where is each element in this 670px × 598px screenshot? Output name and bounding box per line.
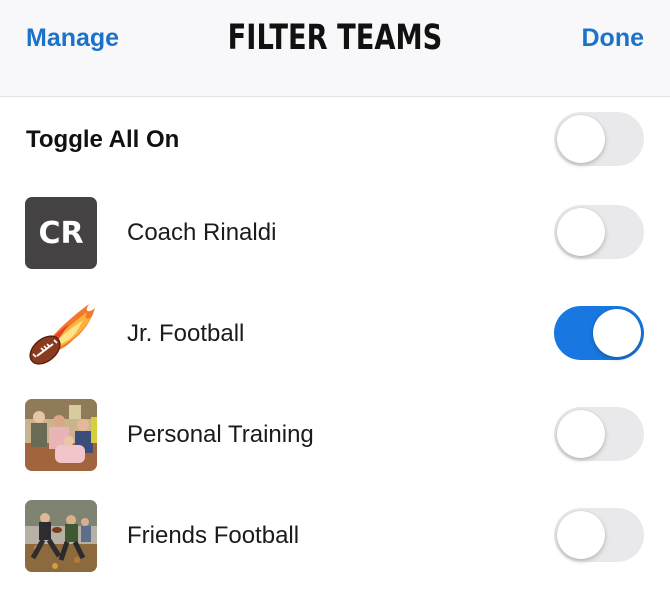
page-title: FILTER TEAMS [227, 18, 443, 58]
team-label: Friends Football [127, 522, 300, 549]
team-label: Personal Training [127, 421, 314, 448]
switch-knob [593, 309, 641, 357]
team-photo [25, 399, 97, 471]
toggle-all-row: Toggle All On [0, 90, 670, 190]
team-row-friends-football: Friends Football [0, 486, 670, 586]
avatar: CR [25, 197, 97, 269]
switch-knob [557, 511, 605, 559]
switch-knob [557, 208, 605, 256]
nav-header: Manage FILTER TEAMS Done [0, 0, 670, 97]
team-label: Coach Rinaldi [127, 219, 277, 246]
team-row-jr-football: Jr. Football [0, 284, 670, 384]
switch-knob [557, 410, 605, 458]
team-label: Jr. Football [127, 320, 245, 347]
team-row-personal-training: Personal Training [0, 385, 670, 485]
team-toggle-switch[interactable] [554, 306, 644, 360]
team-toggle-switch[interactable] [554, 407, 644, 461]
done-button[interactable]: Done [582, 22, 645, 54]
toggle-all-switch[interactable] [554, 112, 644, 166]
team-row-coach-rinaldi: CR Coach Rinaldi [0, 183, 670, 283]
team-photo [25, 500, 97, 572]
switch-knob [557, 115, 605, 163]
flaming-football-icon [25, 298, 97, 370]
toggle-all-label: Toggle All On [26, 126, 180, 153]
team-toggle-switch[interactable] [554, 205, 644, 259]
team-toggle-switch[interactable] [554, 508, 644, 562]
